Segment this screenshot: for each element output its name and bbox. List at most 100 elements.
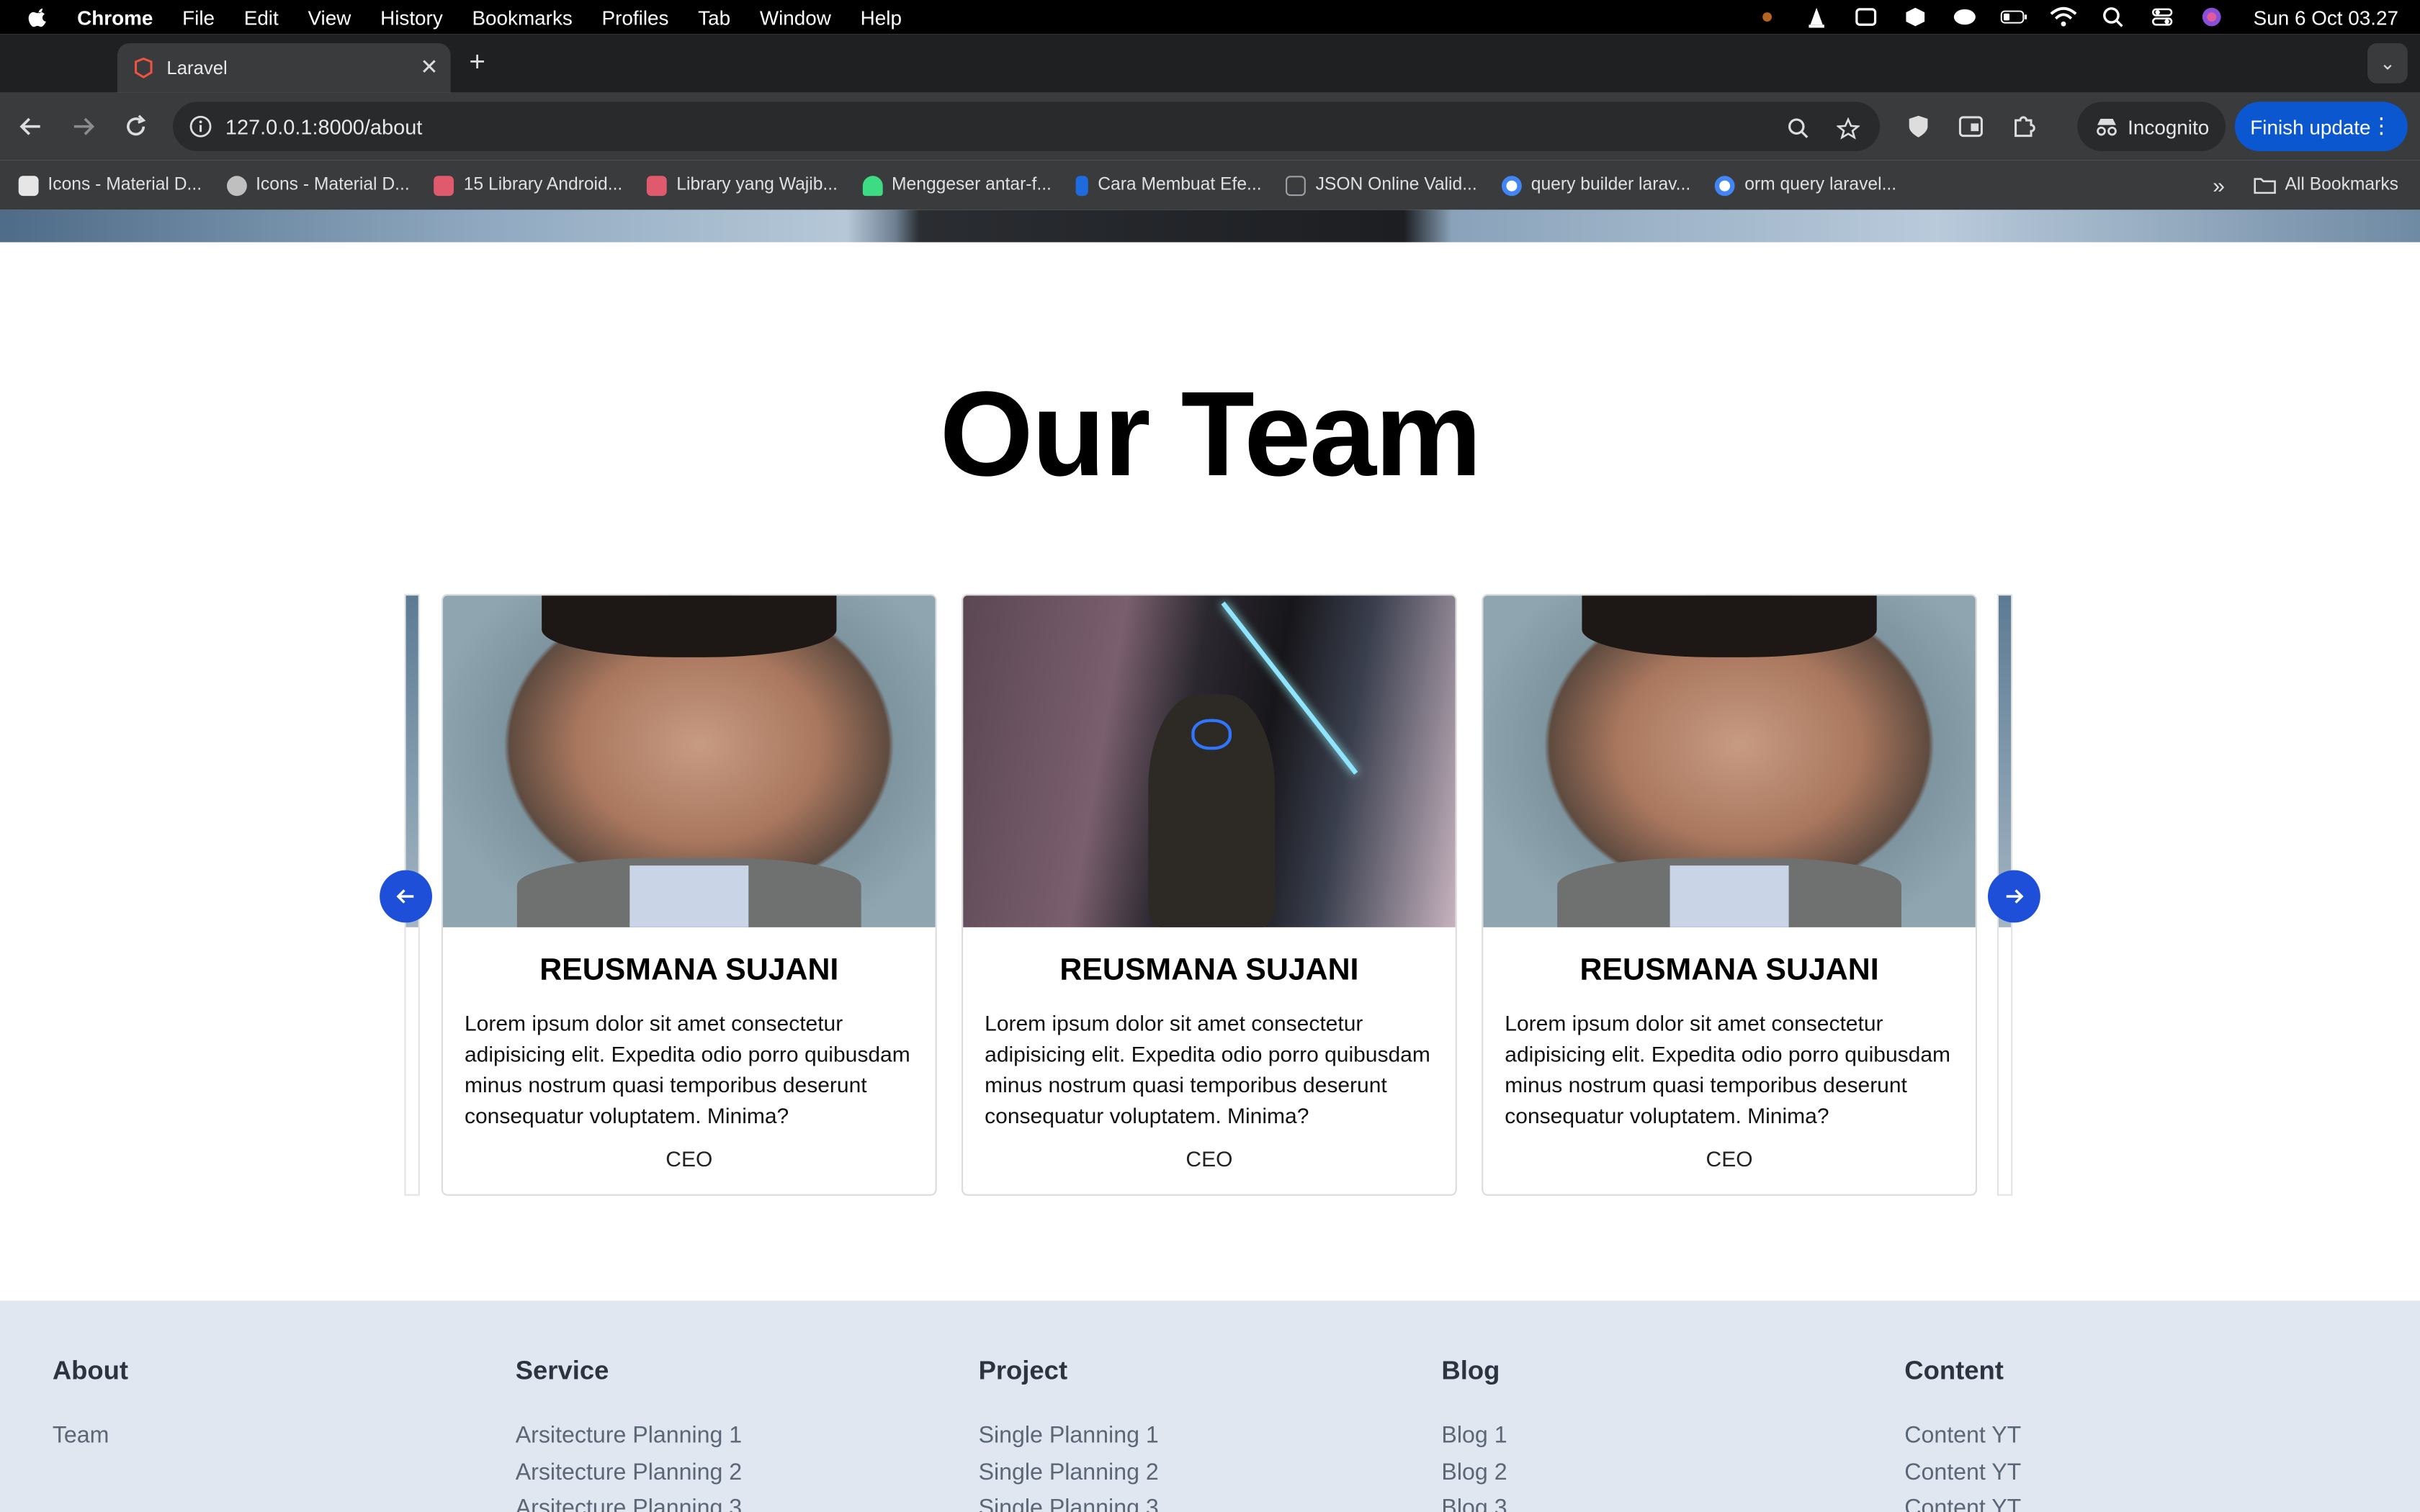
browser-tab-active[interactable]: Laravel ✕ [117, 43, 451, 93]
zoom-icon[interactable] [1784, 114, 1812, 143]
footer-link[interactable]: Team [53, 1418, 485, 1454]
google-icon [1715, 175, 1736, 196]
bookmark-item[interactable]: query builder larav... [1502, 175, 1690, 196]
tab-title: Laravel [166, 57, 228, 79]
menu-history[interactable]: History [380, 6, 443, 29]
site-footer: About Team Service Arsitecture Planning … [0, 1300, 2420, 1512]
reading-mode-icon[interactable] [1957, 112, 1985, 140]
menu-window[interactable]: Window [760, 6, 831, 29]
forward-arrow-icon[interactable] [68, 111, 99, 142]
control-center-icon[interactable] [2148, 6, 2177, 28]
bookmark-item[interactable]: Icons - Material D... [18, 175, 202, 196]
elephant-icon[interactable] [1951, 6, 1979, 28]
arrow-right-icon [2006, 889, 2024, 904]
team-member-role: CEO [666, 1146, 713, 1171]
footer-link[interactable]: Blog 2 [1441, 1454, 1873, 1490]
bookmark-item[interactable]: Library yang Wajib... [647, 175, 838, 196]
footer-link[interactable]: Arsitecture Planning 3 [516, 1490, 948, 1512]
back-arrow-icon[interactable] [15, 111, 46, 142]
footer-link[interactable]: Blog 1 [1441, 1418, 1873, 1454]
bookmark-star-icon[interactable] [1834, 114, 1862, 143]
spotlight-search-icon[interactable] [2099, 6, 2127, 28]
carousel-prev-button[interactable] [380, 870, 432, 923]
footer-link[interactable]: Arsitecture Planning 1 [516, 1418, 948, 1454]
menu-bar-status-area: Sun 6 Oct 03.27 [1753, 0, 2398, 34]
bookmark-item[interactable]: Cara Membuat Efe... [1076, 175, 1262, 196]
menu-file[interactable]: File [182, 6, 215, 29]
all-bookmarks-button[interactable]: All Bookmarks [2253, 176, 2399, 194]
stage-manager-icon[interactable] [1852, 6, 1881, 28]
recording-dot-icon [1753, 6, 1781, 28]
shield-extension-icon[interactable] [1904, 112, 1932, 140]
android-icon [862, 175, 883, 196]
page-title: Our Team [939, 365, 1482, 502]
address-bar[interactable]: 127.0.0.1:8000/about [173, 102, 1880, 151]
footer-link[interactable]: Single Planning 2 [979, 1454, 1411, 1490]
finish-update-label: Finish update [2250, 114, 2371, 138]
new-tab-icon[interactable]: + [469, 46, 485, 78]
bookmark-favicon-icon [226, 175, 247, 196]
bookmark-favicon-icon [647, 175, 668, 196]
all-bookmarks-label: All Bookmarks [2285, 176, 2399, 194]
incognito-icon [2096, 119, 2116, 136]
tab-close-icon[interactable]: ✕ [420, 54, 438, 80]
bookmark-item[interactable]: Icons - Material D... [226, 175, 410, 196]
incognito-button[interactable]: Incognito [2077, 102, 2226, 151]
screen: Chrome File Edit View History Bookmarks … [0, 0, 2420, 1512]
cube-icon[interactable] [1901, 6, 1930, 28]
footer-link[interactable]: Blog 3 [1441, 1490, 1873, 1512]
footer-column-project: Project Single Planning 1 Single Plannin… [979, 1356, 1411, 1512]
footer-link[interactable]: Single Planning 3 [979, 1490, 1411, 1512]
team-member-description: Lorem ipsum dolor sit amet consectetur a… [985, 1010, 1430, 1128]
hero-image [0, 210, 2420, 243]
team-card: REUSMANA SUJANI Lorem ipsum dolor sit am… [962, 594, 1457, 1196]
footer-link[interactable]: Content YT [1904, 1454, 2336, 1490]
team-carousel: REUSMANA SUJANI Lorem ipsum dolor sit am… [380, 594, 2040, 1199]
team-member-role: CEO [1186, 1146, 1233, 1171]
wifi-icon[interactable] [2050, 6, 2078, 28]
reload-icon[interactable] [120, 111, 151, 142]
team-member-name: REUSMANA SUJANI [1059, 953, 1359, 988]
menu-bar-clock[interactable]: Sun 6 Oct 03.27 [2254, 6, 2398, 29]
more-bookmarks-chevron-icon[interactable]: » [2213, 173, 2225, 197]
carousel-next-button[interactable] [1988, 870, 2040, 923]
footer-column-content: Content Content YT Content YT Content YT [1904, 1356, 2336, 1512]
siri-icon[interactable] [2198, 6, 2226, 28]
bookmark-item[interactable]: JSON Online Valid... [1286, 175, 1477, 196]
tab-search-chevron-icon[interactable]: ⌄ [2367, 43, 2408, 84]
browser-tab-strip: Laravel ✕ + ⌄ [0, 34, 2420, 93]
footer-link[interactable]: Single Planning 1 [979, 1418, 1411, 1454]
menu-tab[interactable]: Tab [698, 6, 730, 29]
footer-link[interactable]: Content YT [1904, 1418, 2336, 1454]
footer-heading: Blog [1441, 1356, 1500, 1386]
bookmark-item[interactable]: orm query laravel... [1715, 175, 1896, 196]
team-member-name: REUSMANA SUJANI [1579, 953, 1879, 988]
vlc-cone-icon[interactable] [1803, 6, 1831, 28]
footer-column-blog: Blog Blog 1 Blog 2 Blog 3 [1441, 1356, 1873, 1512]
menu-help[interactable]: Help [861, 6, 902, 29]
menu-view[interactable]: View [308, 6, 351, 29]
team-member-photo [1483, 595, 1976, 927]
browser-toolbar: 127.0.0.1:8000/about Incognito Finish up… [0, 92, 2420, 161]
footer-link[interactable]: Arsitecture Planning 2 [516, 1454, 948, 1490]
arrow-left-icon [396, 889, 414, 904]
more-vertical-icon[interactable]: ⋮ [2370, 112, 2392, 138]
json-icon [1286, 175, 1307, 196]
team-member-photo [443, 595, 936, 927]
team-member-role: CEO [1706, 1146, 1753, 1171]
menu-edit[interactable]: Edit [244, 6, 279, 29]
bookmark-item[interactable]: Menggeser antar-f... [862, 175, 1052, 196]
bookmark-item[interactable]: 15 Library Android... [434, 175, 622, 196]
battery-icon[interactable] [2000, 6, 2028, 28]
apple-icon[interactable] [28, 6, 50, 28]
menu-chrome[interactable]: Chrome [77, 6, 153, 29]
extensions-puzzle-icon[interactable] [2009, 112, 2038, 140]
menu-profiles[interactable]: Profiles [602, 6, 669, 29]
menu-bookmarks[interactable]: Bookmarks [472, 6, 572, 29]
footer-link[interactable]: Content YT [1904, 1490, 2336, 1512]
footer-heading: Project [978, 1356, 1068, 1386]
url-text[interactable]: 127.0.0.1:8000/about [225, 115, 422, 138]
incognito-label: Incognito [2128, 114, 2210, 138]
site-info-icon[interactable] [188, 114, 212, 139]
finish-update-button[interactable]: Finish update ⋮ [2234, 102, 2408, 151]
